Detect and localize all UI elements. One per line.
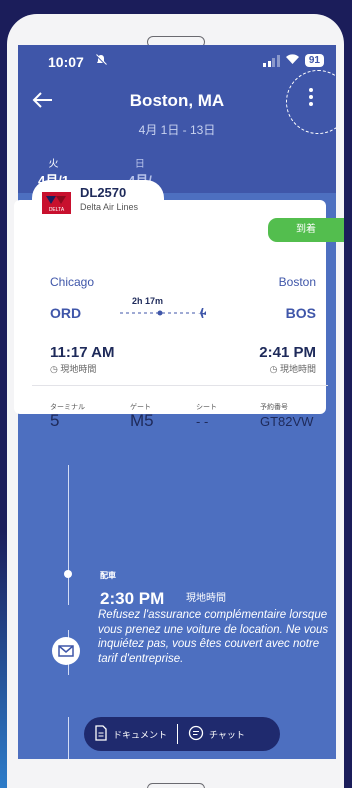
header: 10:07 91 Boston, MA 4月 1日 - 13日 火 4月/1 日 (18, 45, 336, 193)
documents-label: ドキュメント (113, 729, 168, 740)
seat-label: シート (196, 404, 217, 411)
pickup-local: 現地時間 (186, 593, 226, 604)
local-time-label: 現地時間 (60, 364, 97, 374)
gate-value: M5 (130, 411, 154, 430)
origin-code: ORD (50, 305, 82, 321)
battery-indicator: 91 (304, 54, 324, 67)
documents-button[interactable]: ドキュメント (84, 725, 177, 743)
note-text: Refusez l'assurance complémentaire lorsq… (98, 609, 329, 665)
home-indicator[interactable] (147, 783, 205, 788)
clock-icon: ◷ (269, 364, 278, 374)
document-icon (94, 725, 108, 743)
airline-name: Delta Air Lines (80, 202, 139, 212)
status-time: 10:07 (48, 54, 84, 70)
destination-code: BOS (285, 305, 316, 321)
local-time-label: 現地時間 (279, 364, 316, 374)
confirmation-label: 予約番号 (260, 404, 288, 411)
arrival-local: ◷ 現地時間 (270, 362, 316, 375)
chat-button[interactable]: チャット (178, 725, 255, 743)
status-icons: 91 (263, 53, 324, 68)
delta-logo: DELTA (42, 192, 71, 214)
timeline-dot (64, 570, 72, 578)
trip-dates: 4月 1日 - 13日 (138, 123, 216, 137)
departure-time: 11:17 AM (50, 344, 115, 361)
status-badge: 到着 (268, 218, 344, 242)
mail-icon (52, 637, 80, 665)
more-vertical-icon (307, 87, 315, 107)
bell-off-icon (95, 54, 107, 69)
tab-weekday: 火 (48, 159, 59, 170)
pickup-label: 配車 (100, 571, 116, 580)
clock-icon: ◷ (50, 364, 58, 374)
timeline-line (68, 717, 69, 759)
origin-city: Chicago (50, 275, 95, 289)
logo-text: DELTA (49, 207, 65, 213)
tab-weekday: 日 (134, 159, 145, 170)
seat-value: - - (196, 414, 209, 429)
destination-city: Boston (278, 275, 316, 289)
confirmation-value: GT82VW (260, 414, 314, 429)
chat-label: チャット (209, 729, 245, 740)
card-divider (32, 385, 328, 386)
route-line (120, 305, 208, 321)
departure-local: ◷ 現地時間 (50, 362, 96, 375)
flight-number: DL2570 (80, 185, 127, 200)
wifi-icon (285, 53, 300, 68)
arrival-time: 2:41 PM (259, 344, 316, 361)
timeline-line (68, 465, 69, 605)
plane-icon (198, 308, 206, 318)
chat-icon (188, 725, 204, 743)
signal-icon (263, 54, 280, 67)
action-bar: ドキュメント チャット (84, 717, 280, 751)
terminal-value: 5 (50, 411, 60, 430)
pickup-time: 2:30 PM (100, 589, 165, 608)
